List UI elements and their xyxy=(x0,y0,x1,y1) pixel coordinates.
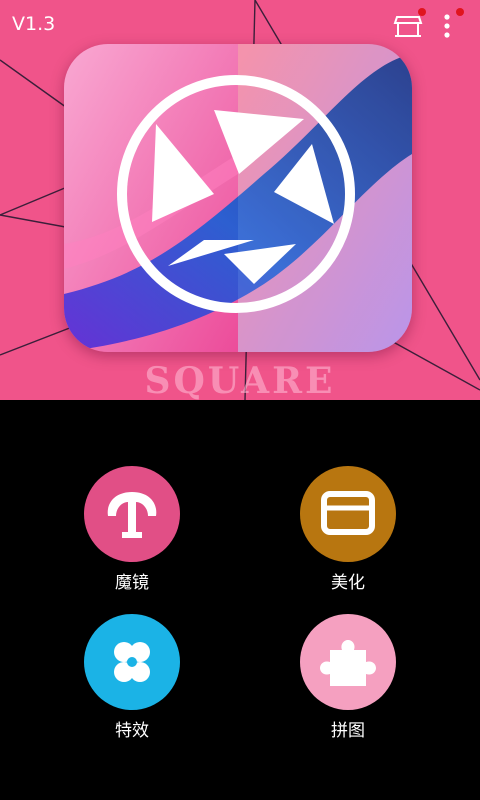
logo-watermark: SQUARE xyxy=(144,360,336,400)
feature-collage-circle xyxy=(300,614,396,710)
feature-label: 魔镜 xyxy=(115,573,149,593)
clover-icon xyxy=(114,642,150,682)
puzzle-piece-icon xyxy=(320,640,376,686)
feature-label: 美化 xyxy=(331,573,365,593)
feature-beautify-button[interactable]: 美化 xyxy=(278,466,418,593)
notification-dot xyxy=(456,8,464,16)
feature-beautify-circle xyxy=(300,466,396,562)
app-logo xyxy=(64,44,412,352)
beautify-frame-icon xyxy=(321,491,375,535)
mirror-face-icon xyxy=(107,492,157,538)
more-menu-button[interactable] xyxy=(436,8,464,42)
feature-label: 特效 xyxy=(115,721,149,741)
feature-collage-button[interactable]: 拼图 xyxy=(278,614,418,741)
feature-effects-circle xyxy=(84,614,180,710)
version-label: V1.3 xyxy=(12,13,56,35)
feature-mirror-circle xyxy=(84,466,180,562)
feature-effects-button[interactable]: 特效 xyxy=(62,614,202,741)
feature-label: 拼图 xyxy=(331,721,365,741)
store-button[interactable] xyxy=(392,8,426,42)
notification-dot xyxy=(418,8,426,16)
header-banner: V1.3 SQUARE xyxy=(0,0,480,400)
feature-mirror-button[interactable]: 魔镜 xyxy=(62,466,202,593)
